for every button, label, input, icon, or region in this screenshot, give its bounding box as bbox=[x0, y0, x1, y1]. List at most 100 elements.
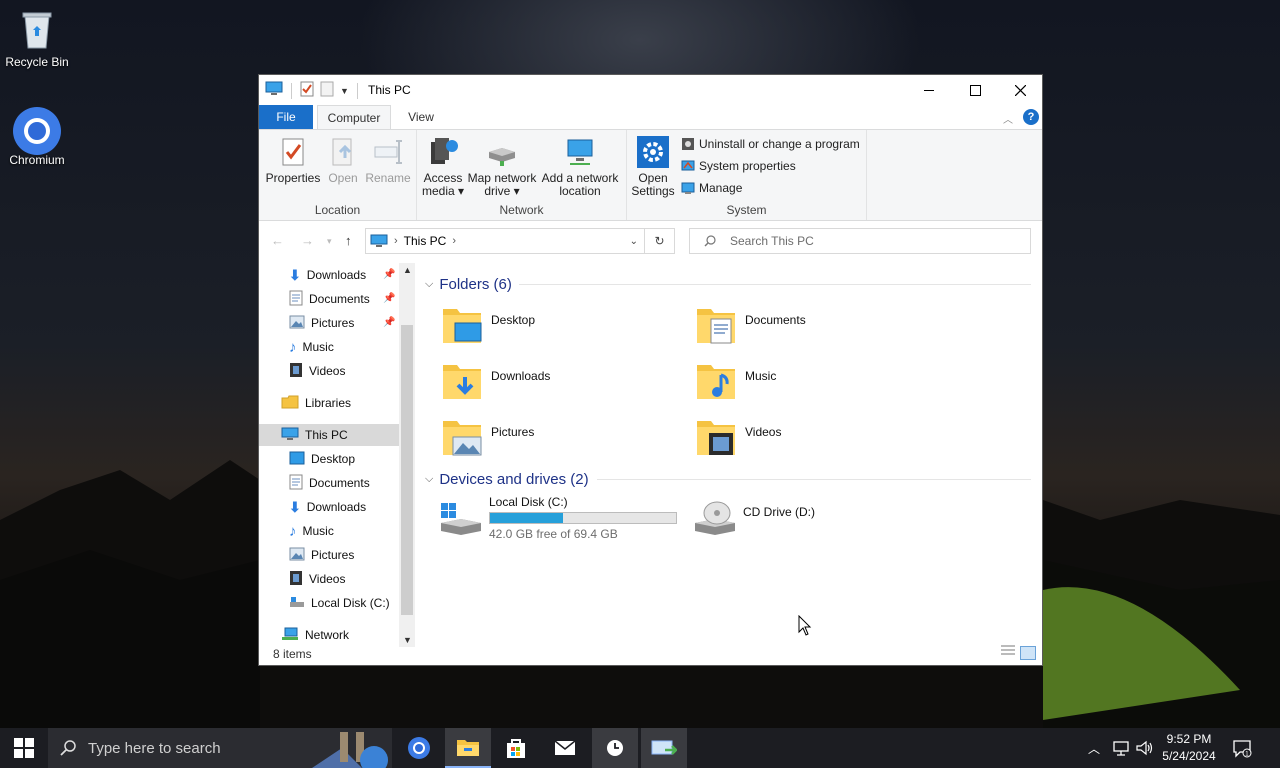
devices-section-header[interactable]: ⌵ Devices and drives (2) bbox=[425, 468, 589, 490]
pin-icon[interactable]: 📌 bbox=[383, 269, 395, 280]
rename-button[interactable]: Rename bbox=[363, 134, 413, 185]
desktop-icon-label: Chromium bbox=[9, 153, 65, 167]
scroll-down-icon[interactable]: ▼ bbox=[403, 635, 412, 645]
address-bar[interactable]: › This PC › ⌄ bbox=[365, 228, 645, 254]
access-media-button[interactable]: Access media ▾ bbox=[421, 134, 465, 198]
nav-item-network[interactable]: Network bbox=[281, 624, 349, 646]
tab-file[interactable]: File bbox=[259, 105, 313, 129]
help-icon[interactable]: ? bbox=[1023, 109, 1039, 125]
scrollbar-thumb[interactable] bbox=[401, 325, 413, 615]
map-network-drive-button[interactable]: Map network drive ▾ bbox=[467, 134, 537, 198]
title-bar[interactable]: ▼ This PC bbox=[259, 75, 1042, 105]
taskbar-file-explorer[interactable] bbox=[445, 728, 491, 768]
network-status-button[interactable] bbox=[1112, 728, 1130, 768]
documents-icon bbox=[289, 474, 303, 493]
breadcrumb-separator-icon[interactable]: › bbox=[394, 235, 398, 247]
file-explorer-window: ▼ This PC File Computer View ︿ ? Propert… bbox=[258, 74, 1043, 666]
start-button[interactable] bbox=[0, 728, 48, 768]
speaker-icon bbox=[1136, 740, 1153, 756]
minimize-button[interactable] bbox=[906, 75, 952, 105]
details-view-icon[interactable] bbox=[1000, 644, 1016, 659]
taskbar-clock[interactable]: 9:52 PM 5/24/2024 bbox=[1160, 731, 1218, 765]
drive-local-disk-c[interactable]: Local Disk (C:) 42.0 GB free of 69.4 GB bbox=[439, 495, 689, 545]
minimize-icon bbox=[924, 89, 934, 91]
customize-qat-icon[interactable]: ▼ bbox=[340, 86, 349, 96]
nav-item-documents-quick[interactable]: Documents bbox=[289, 288, 370, 310]
search-box[interactable]: Search This PC bbox=[689, 228, 1031, 254]
maximize-button[interactable] bbox=[952, 75, 998, 105]
desktop-icon-chromium[interactable]: Chromium bbox=[0, 106, 74, 167]
folder-desktop[interactable]: Desktop bbox=[441, 303, 691, 353]
show-hidden-icons-button[interactable]: ︿ bbox=[1088, 728, 1100, 768]
system-properties-button[interactable]: System properties bbox=[681, 156, 796, 176]
taskbar: Type here to search ︿ 9:52 PM 5/24/2024 … bbox=[0, 728, 1280, 768]
uninstall-program-button[interactable]: Uninstall or change a program bbox=[681, 134, 860, 154]
notifications-button[interactable]: 1 bbox=[1232, 728, 1252, 768]
folders-section-header[interactable]: ⌵ Folders (6) bbox=[425, 273, 512, 295]
nav-item-music[interactable]: ♪ Music bbox=[289, 520, 334, 542]
nav-item-downloads[interactable]: ⬇ Downloads bbox=[289, 496, 366, 518]
folder-documents[interactable]: Documents bbox=[695, 303, 945, 353]
clock-date: 5/24/2024 bbox=[1162, 749, 1216, 763]
new-folder-qat-icon[interactable] bbox=[320, 81, 334, 100]
desktop-icon-recycle-bin[interactable]: Recycle Bin bbox=[0, 8, 74, 69]
breadcrumb-separator-icon[interactable]: › bbox=[452, 235, 456, 247]
folder-videos[interactable]: Videos bbox=[695, 415, 945, 465]
nav-item-videos[interactable]: Videos bbox=[289, 568, 345, 590]
taskbar-remote-app[interactable] bbox=[641, 728, 687, 768]
notification-center-icon: 1 bbox=[1233, 740, 1252, 758]
documents-icon bbox=[289, 290, 303, 309]
videos-folder-icon bbox=[695, 415, 739, 459]
properties-icon bbox=[277, 136, 309, 168]
nav-item-libraries[interactable]: Libraries bbox=[281, 392, 351, 414]
content-pane: ⌵ Folders (6) Desktop Documents Download… bbox=[419, 263, 1039, 647]
nav-item-downloads-quick[interactable]: ⬇ Downloads bbox=[289, 264, 366, 286]
nav-item-pictures-quick[interactable]: Pictures bbox=[289, 312, 354, 334]
tab-computer[interactable]: Computer bbox=[317, 105, 391, 129]
forward-arrow-icon[interactable]: → bbox=[301, 233, 314, 248]
properties-button[interactable]: Properties bbox=[265, 134, 321, 185]
taskbar-search-box[interactable]: Type here to search bbox=[48, 728, 392, 768]
folder-pictures[interactable]: Pictures bbox=[441, 415, 691, 465]
open-button[interactable]: Open bbox=[323, 134, 363, 185]
manage-button[interactable]: Manage bbox=[681, 178, 742, 198]
properties-qat-icon[interactable] bbox=[300, 81, 314, 100]
nav-item-documents[interactable]: Documents bbox=[289, 472, 370, 494]
drive-cd-d[interactable]: CD Drive (D:) bbox=[693, 495, 943, 545]
breadcrumb-this-pc[interactable]: This PC bbox=[404, 234, 447, 248]
large-icons-view-icon[interactable] bbox=[1020, 646, 1036, 660]
taskbar-store[interactable] bbox=[494, 728, 538, 768]
pin-icon[interactable]: 📌 bbox=[383, 317, 395, 328]
nav-item-this-pc[interactable]: This PC bbox=[259, 424, 399, 446]
close-button[interactable] bbox=[997, 75, 1043, 105]
taskbar-clock-app[interactable] bbox=[592, 728, 638, 768]
taskbar-chromium[interactable] bbox=[398, 728, 440, 768]
downloads-icon: ⬇ bbox=[289, 498, 301, 515]
add-network-location-button[interactable]: Add a network location bbox=[539, 134, 621, 198]
refresh-button[interactable]: ↻ bbox=[645, 228, 675, 254]
recent-locations-icon[interactable]: ▾ bbox=[327, 236, 332, 247]
clock-time: 9:52 PM bbox=[1166, 732, 1212, 746]
ribbon-group-network: Access media ▾ Map network drive ▾ Add a… bbox=[417, 130, 627, 220]
address-dropdown-icon[interactable]: ⌄ bbox=[630, 236, 638, 247]
taskbar-mail[interactable] bbox=[542, 728, 588, 768]
navigation-pane-scrollbar[interactable]: ▲ ▼ bbox=[399, 263, 415, 647]
tab-view[interactable]: View bbox=[399, 105, 443, 129]
drive-name: Local Disk (C:) bbox=[489, 495, 568, 509]
folder-music[interactable]: Music bbox=[695, 359, 945, 409]
volume-button[interactable] bbox=[1136, 728, 1154, 768]
up-arrow-icon[interactable]: ↑ bbox=[345, 233, 352, 248]
open-settings-button[interactable]: Open Settings bbox=[631, 134, 675, 198]
nav-item-desktop[interactable]: Desktop bbox=[289, 448, 355, 470]
pin-icon[interactable]: 📌 bbox=[383, 293, 395, 304]
collapse-ribbon-icon[interactable]: ︿ bbox=[1003, 111, 1013, 126]
back-arrow-icon[interactable]: ← bbox=[271, 233, 284, 248]
nav-item-videos-quick[interactable]: Videos bbox=[289, 360, 345, 382]
drive-usage-bar bbox=[489, 512, 677, 524]
scroll-up-icon[interactable]: ▲ bbox=[403, 265, 412, 275]
folder-downloads[interactable]: Downloads bbox=[441, 359, 691, 409]
nav-item-music-quick[interactable]: ♪ Music bbox=[289, 336, 334, 358]
nav-item-local-disk[interactable]: Local Disk (C:) bbox=[289, 592, 390, 614]
nav-item-pictures[interactable]: Pictures bbox=[289, 544, 354, 566]
chromium-icon bbox=[13, 106, 61, 155]
